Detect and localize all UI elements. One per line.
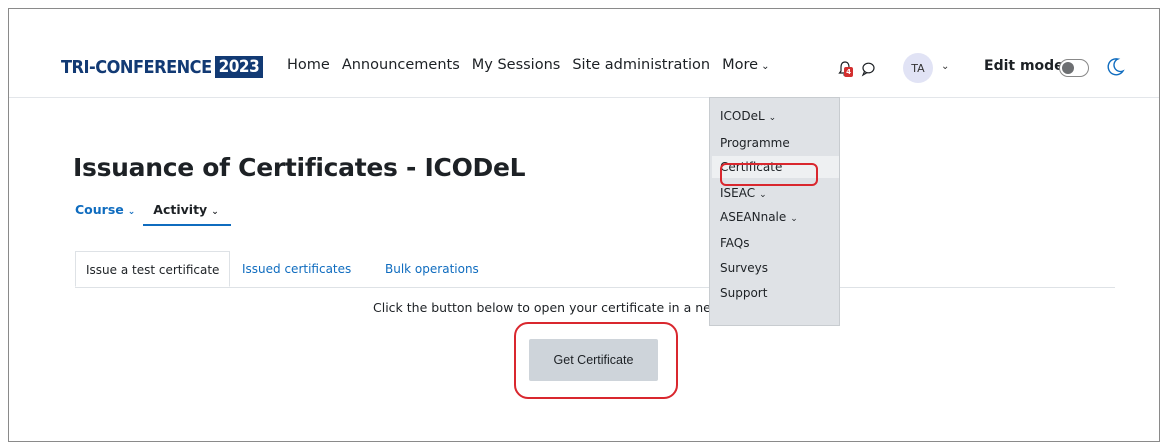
logo-text: TRI-CONFERENCE <box>61 56 212 78</box>
chevron-down-icon: ⌄ <box>127 207 136 217</box>
tab-issued-certificates[interactable]: Issued certificates <box>232 251 361 287</box>
chevron-down-icon: ⌄ <box>790 214 798 224</box>
menu-item-label: ASEANnale <box>720 210 787 224</box>
annotation-circle-certificate <box>720 163 818 186</box>
activity-menu[interactable]: Activity ⌄ <box>143 202 232 226</box>
logo-year: 2023 <box>214 56 264 78</box>
menu-item-aseannale[interactable]: ASEANnale ⌄ <box>720 210 798 224</box>
chat-icon[interactable] <box>860 61 876 77</box>
course-label: Course <box>75 202 124 217</box>
more-dropdown-menu: ICODeL ⌄ Programme Certificate ISEAC ⌄ ASE… <box>709 97 840 326</box>
tab-bar: Issue a test certificate Issued certific… <box>75 251 1115 288</box>
site-logo[interactable]: TRI-CONFERENCE 2023 <box>61 55 264 79</box>
annotation-circle-button <box>514 322 678 399</box>
nav-announcements[interactable]: Announcements <box>342 57 460 73</box>
activity-label: Activity <box>153 202 208 217</box>
menu-item-label: ICODeL <box>720 109 765 123</box>
course-menu[interactable]: Course ⌄ <box>75 202 135 217</box>
intro-text: Click the button below to open your cert… <box>373 300 722 315</box>
nav-more-label: More <box>722 57 759 73</box>
chevron-down-icon: ⌄ <box>761 61 770 72</box>
chevron-down-icon: ⌄ <box>768 113 777 123</box>
menu-item-iseac[interactable]: ISEAC ⌄ <box>720 186 767 200</box>
menu-item-faqs[interactable]: FAQs <box>720 236 750 250</box>
notification-badge: 4 <box>844 67 853 77</box>
nav-site-administration[interactable]: Site administration <box>572 57 710 73</box>
secondary-nav: Course ⌄ Activity ⌄ <box>75 202 232 226</box>
chevron-down-icon: ⌄ <box>759 190 767 200</box>
nav-home[interactable]: Home <box>287 57 330 73</box>
edit-mode-toggle[interactable] <box>1059 59 1089 77</box>
menu-item-label: ISEAC <box>720 186 756 200</box>
edit-mode-label: Edit mode <box>984 58 1064 74</box>
chevron-down-icon: ⌄ <box>211 207 219 217</box>
menu-item-support[interactable]: Support <box>720 286 767 300</box>
nav-my-sessions[interactable]: My Sessions <box>472 57 561 73</box>
page-title: Issuance of Certificates - ICODeL <box>73 153 526 182</box>
tab-bulk-operations[interactable]: Bulk operations <box>375 251 489 287</box>
primary-nav: Home Announcements My Sessions Site admi… <box>287 57 769 73</box>
browser-frame: TRI-CONFERENCE 2023 Home Announcements M… <box>8 8 1160 442</box>
nav-more[interactable]: More ⌄ <box>722 57 769 73</box>
moon-icon[interactable] <box>1107 57 1125 77</box>
top-navbar: TRI-CONFERENCE 2023 Home Announcements M… <box>9 9 1159 98</box>
menu-item-icodel[interactable]: ICODeL ⌄ <box>720 109 776 123</box>
menu-item-surveys[interactable]: Surveys <box>720 261 768 275</box>
chevron-down-icon[interactable]: ⌄ <box>941 61 949 72</box>
menu-item-programme[interactable]: Programme <box>720 136 790 150</box>
tab-issue-test-certificate[interactable]: Issue a test certificate <box>75 251 231 287</box>
user-avatar[interactable]: TA <box>903 53 933 83</box>
